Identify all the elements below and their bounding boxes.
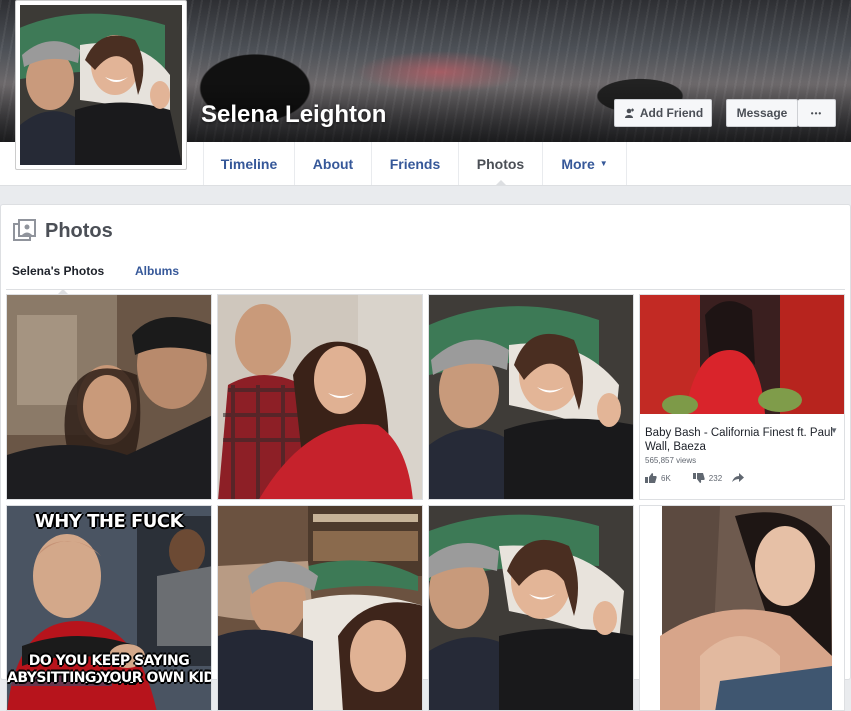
photo-thumbnail[interactable] <box>6 294 212 500</box>
more-options-button[interactable]: ••• <box>798 99 836 127</box>
tab-more-label: More <box>561 155 595 172</box>
video-title[interactable]: Baby Bash - California Finest ft. Paul W… <box>645 426 835 454</box>
photo-image <box>218 506 422 710</box>
video-stats: 6K 232 <box>645 473 838 483</box>
photo-thumbnail[interactable] <box>217 294 423 500</box>
photos-header: Photos <box>13 219 113 243</box>
video-thumbnail <box>640 295 844 414</box>
photos-title: Photos <box>45 219 113 242</box>
profile-name[interactable]: Selena Leighton <box>201 101 386 129</box>
tab-friends-label: Friends <box>389 155 441 172</box>
video-views: 565,857 views <box>645 456 697 465</box>
photo-image <box>429 295 633 499</box>
tab-more[interactable]: More ▼ <box>543 142 627 185</box>
subtab-selenas-photos[interactable]: Selena's Photos <box>12 264 104 278</box>
subtab-divider <box>6 289 845 290</box>
photo-image <box>218 295 422 499</box>
chevron-down-icon[interactable]: ▼ <box>830 426 838 435</box>
photo-thumbnail[interactable] <box>428 505 634 711</box>
message-label: Message <box>736 106 788 120</box>
add-friend-button[interactable]: Add Friend <box>614 99 712 127</box>
tab-timeline-label: Timeline <box>220 155 278 172</box>
chevron-down-icon: ▼ <box>599 159 608 168</box>
add-friend-icon <box>624 108 634 118</box>
photo-thumbnail[interactable] <box>639 505 845 711</box>
thumbs-down-icon[interactable] <box>692 473 705 483</box>
tab-photos[interactable]: Photos <box>459 142 543 186</box>
dislike-count: 232 <box>708 473 723 483</box>
tab-about-label: About <box>312 155 354 172</box>
subtab-albums[interactable]: Albums <box>135 264 179 278</box>
meme-photo[interactable]: WHY THE FUCK DO YOU KEEP SAYING YOU'RE A… <box>6 505 212 711</box>
tab-about[interactable]: About <box>295 142 372 185</box>
photo-thumbnail[interactable] <box>217 505 423 711</box>
tab-timeline[interactable]: Timeline <box>203 142 295 185</box>
photo-thumbnail[interactable] <box>428 294 634 500</box>
meme-bottom-text-line2: ABYSITTING YOUR OWN KIDS? IT <box>7 670 211 686</box>
video-info: Baby Bash - California Finest ft. Paul W… <box>640 414 844 499</box>
profile-picture[interactable] <box>15 0 187 170</box>
like-count: 6K <box>661 473 671 483</box>
thumbs-up-icon[interactable] <box>645 473 657 483</box>
photo-image <box>640 506 844 710</box>
photo-image <box>429 506 633 710</box>
message-button[interactable]: Message <box>726 99 798 127</box>
profile-photo-image <box>15 5 182 165</box>
tab-friends[interactable]: Friends <box>372 142 459 185</box>
photo-image <box>7 295 211 499</box>
add-friend-label: Add Friend <box>639 106 704 120</box>
meme-top-text: WHY THE FUCK <box>34 511 184 532</box>
share-icon[interactable] <box>732 473 745 483</box>
ellipsis-icon: ••• <box>810 108 823 118</box>
video-card[interactable]: Baby Bash - California Finest ft. Paul W… <box>639 294 845 500</box>
photos-icon <box>13 219 36 241</box>
tab-photos-label: Photos <box>476 155 525 172</box>
